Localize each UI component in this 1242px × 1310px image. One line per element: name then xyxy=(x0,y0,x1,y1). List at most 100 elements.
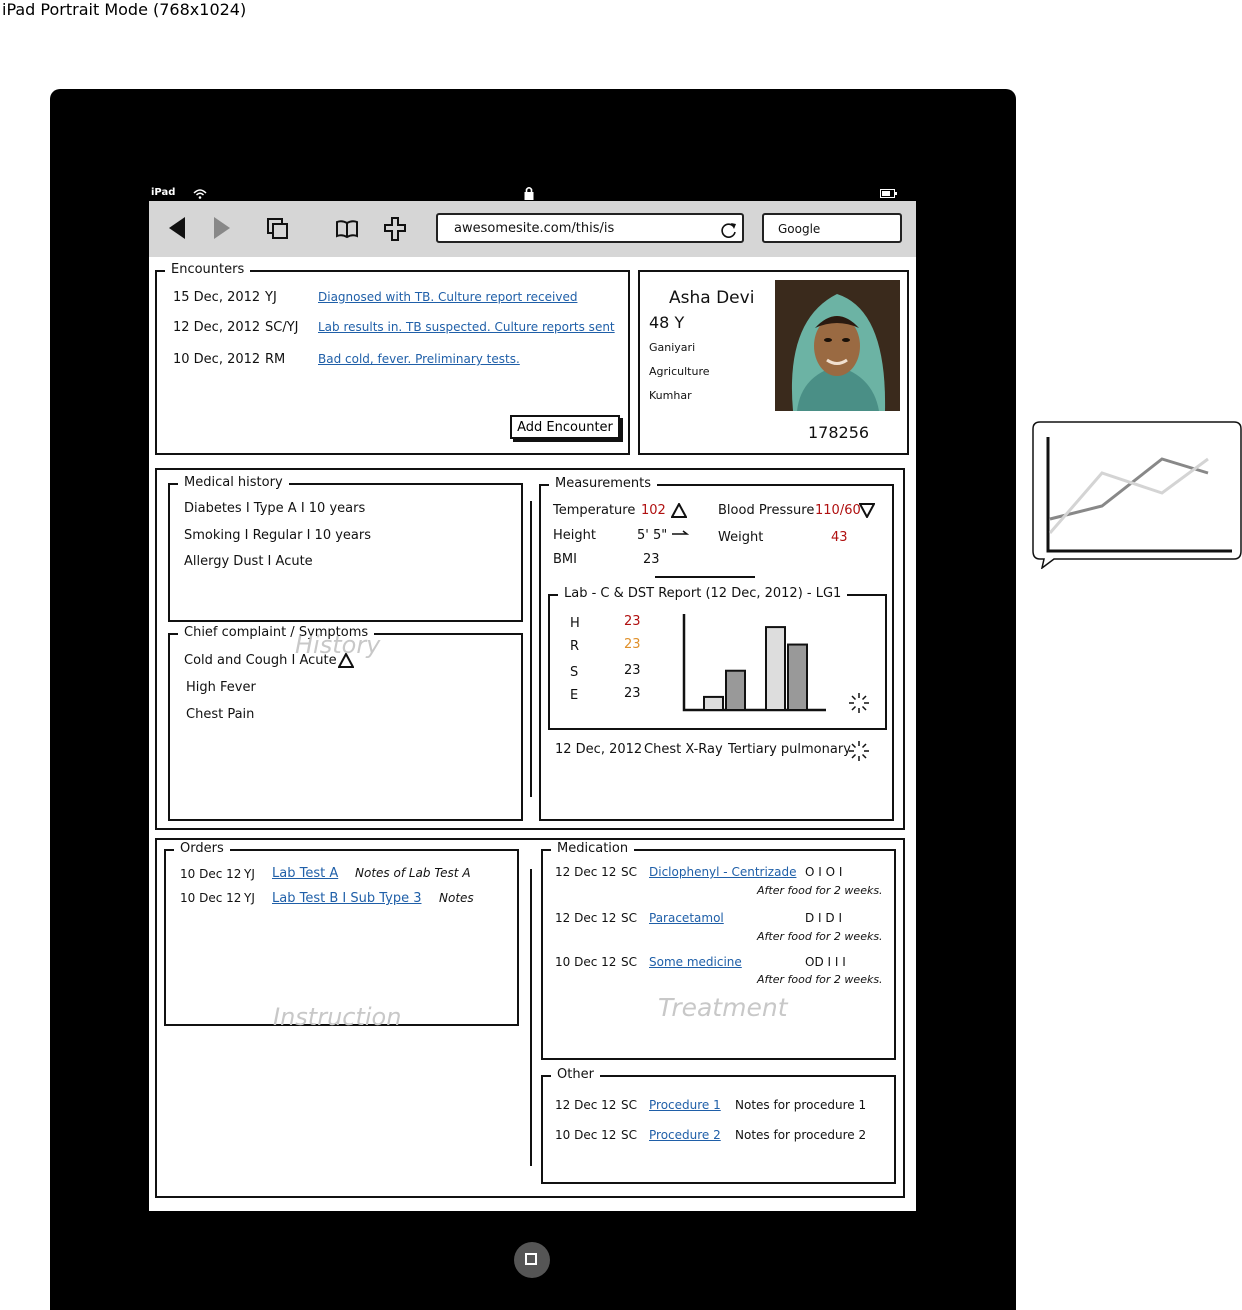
medication-date: 10 Dec 12 xyxy=(555,955,617,969)
encounter-date: 15 Dec, 2012 xyxy=(173,290,261,305)
encounter-link[interactable]: Diagnosed with TB. Culture report receiv… xyxy=(318,290,577,304)
instruction-watermark: Instruction xyxy=(273,1003,402,1031)
procedure-link[interactable]: Procedure 2 xyxy=(649,1128,721,1142)
encounter-by: YJ xyxy=(265,290,277,305)
temperature-value: 102 xyxy=(641,503,666,518)
divider xyxy=(655,576,755,578)
patient-caste: Kumhar xyxy=(649,389,692,402)
device-label: iPad xyxy=(151,187,176,198)
reload-icon[interactable] xyxy=(720,221,738,239)
xray-test: Chest X-Ray xyxy=(644,742,723,757)
bmi-value: 23 xyxy=(643,552,660,567)
history-item: Allergy Dust I Acute xyxy=(184,554,313,569)
treatment-watermark: Treatment xyxy=(658,993,788,1022)
status-bar: iPad xyxy=(149,186,916,201)
history-item: Smoking I Regular I 10 years xyxy=(184,528,372,543)
patient-name: Asha Devi xyxy=(669,288,755,308)
wifi-icon xyxy=(193,189,207,199)
orders-panel: Orders 10 Dec 12 YJ Lab Test A Notes of … xyxy=(164,841,519,1026)
divider xyxy=(530,869,532,1166)
medication-date: 12 Dec 12 xyxy=(555,911,617,925)
home-square-icon xyxy=(525,1253,537,1265)
chief-complaint-panel: Chief complaint / Symptoms Cold and Coug… xyxy=(168,625,523,821)
lab-drug-label: E xyxy=(570,688,579,703)
lab-drug-label: H xyxy=(570,616,580,631)
lab-drug-value: 23 xyxy=(624,686,641,701)
patient-age: 48 Y xyxy=(649,313,685,332)
lab-drug-value: 23 xyxy=(624,614,641,629)
order-link[interactable]: Lab Test B I Sub Type 3 xyxy=(272,891,421,906)
encounters-title: Encounters xyxy=(165,262,251,277)
encounter-by: SC/YJ xyxy=(265,320,299,335)
order-date: 10 Dec 12 xyxy=(180,867,242,881)
medical-history-panel: Medical history Diabetes I Type A I 10 y… xyxy=(168,475,523,622)
medication-title: Medication xyxy=(551,841,635,856)
chart-bar xyxy=(765,626,786,711)
other-panel: Other 12 Dec 12 SC Procedure 1 Notes for… xyxy=(541,1067,896,1184)
medication-panel: Medication 12 Dec 12 SC Diclophenyl - Ce… xyxy=(541,841,896,1060)
complaint-item: High Fever xyxy=(186,680,256,695)
search-input[interactable]: Google xyxy=(762,213,902,243)
lab-report-panel: Lab - C & DST Report (12 Dec, 2012) - LG… xyxy=(548,586,887,730)
bp-value: 110/60 xyxy=(815,503,861,518)
measurements-title: Measurements xyxy=(549,476,658,491)
medication-link[interactable]: Paracetamol xyxy=(649,911,724,925)
home-button[interactable] xyxy=(514,1242,550,1278)
url-input[interactable]: awesomesite.com/this/is xyxy=(436,213,744,243)
chart-bar xyxy=(725,669,746,711)
medication-dose: O I O I xyxy=(805,865,843,879)
bookmarks-icon[interactable] xyxy=(335,218,359,240)
lab-drug-value: 23 xyxy=(624,663,641,678)
lock-icon xyxy=(524,186,534,200)
up-triangle-icon xyxy=(671,503,687,518)
chart-bar xyxy=(703,695,724,711)
patient-card: Asha Devi 48 Y Ganiyari Agriculture Kumh… xyxy=(638,270,909,455)
app-screen: Encounters 15 Dec, 2012 YJ Diagnosed wit… xyxy=(149,257,916,1211)
patient-id: 178256 xyxy=(808,423,870,442)
bp-label: Blood Pressure xyxy=(718,503,815,518)
loading-spinner-icon[interactable] xyxy=(848,692,870,714)
procedure-note: Notes for procedure 2 xyxy=(735,1128,867,1142)
history-item: Diabetes I Type A I 10 years xyxy=(184,501,366,516)
encounter-link[interactable]: Bad cold, fever. Preliminary tests. xyxy=(318,352,520,366)
encounters-panel: Encounters 15 Dec, 2012 YJ Diagnosed wit… xyxy=(155,262,630,455)
tabs-icon[interactable] xyxy=(265,216,291,242)
search-placeholder: Google xyxy=(778,222,821,236)
xray-date: 12 Dec, 2012 xyxy=(555,742,643,757)
orders-title: Orders xyxy=(174,841,230,856)
page-caption: iPad Portrait Mode (768x1024) xyxy=(2,0,247,19)
forward-arrow-icon[interactable] xyxy=(212,216,232,240)
add-bookmark-icon[interactable] xyxy=(383,216,407,242)
patient-occupation: Agriculture xyxy=(649,365,710,378)
loading-spinner-icon[interactable] xyxy=(848,740,870,762)
patient-photo xyxy=(775,280,900,411)
temperature-label: Temperature xyxy=(553,503,636,518)
divider xyxy=(530,501,532,797)
procedure-by: SC xyxy=(621,1128,637,1142)
weight-value: 43 xyxy=(831,530,848,545)
procedure-note: Notes for procedure 1 xyxy=(735,1098,867,1112)
procedure-by: SC xyxy=(621,1098,637,1112)
order-note: Notes of Lab Test A xyxy=(355,866,471,880)
back-arrow-icon[interactable] xyxy=(167,216,187,240)
bmi-label: BMI xyxy=(553,552,577,567)
medication-instruction: After food for 2 weeks. xyxy=(757,930,883,943)
medication-by: SC xyxy=(621,865,637,879)
medication-link[interactable]: Diclophenyl - Centrizade xyxy=(649,865,796,879)
medical-history-title: Medical history xyxy=(178,475,289,490)
encounter-link[interactable]: Lab results in. TB suspected. Culture re… xyxy=(318,320,615,334)
complaint-item: Chest Pain xyxy=(186,707,255,722)
order-date: 10 Dec 12 xyxy=(180,891,242,905)
medication-instruction: After food for 2 weeks. xyxy=(757,973,883,986)
weight-label: Weight xyxy=(718,530,764,545)
procedure-link[interactable]: Procedure 1 xyxy=(649,1098,721,1112)
steady-icon xyxy=(672,530,689,535)
add-encounter-button[interactable]: Add Encounter xyxy=(510,415,620,439)
medication-date: 12 Dec 12 xyxy=(555,865,617,879)
lab-drug-label: S xyxy=(570,665,579,680)
order-link[interactable]: Lab Test A xyxy=(272,866,338,881)
medication-link[interactable]: Some medicine xyxy=(649,955,742,969)
encounter-date: 10 Dec, 2012 xyxy=(173,352,261,367)
lab-drug-label: R xyxy=(570,639,580,654)
order-note: Notes xyxy=(439,891,474,905)
